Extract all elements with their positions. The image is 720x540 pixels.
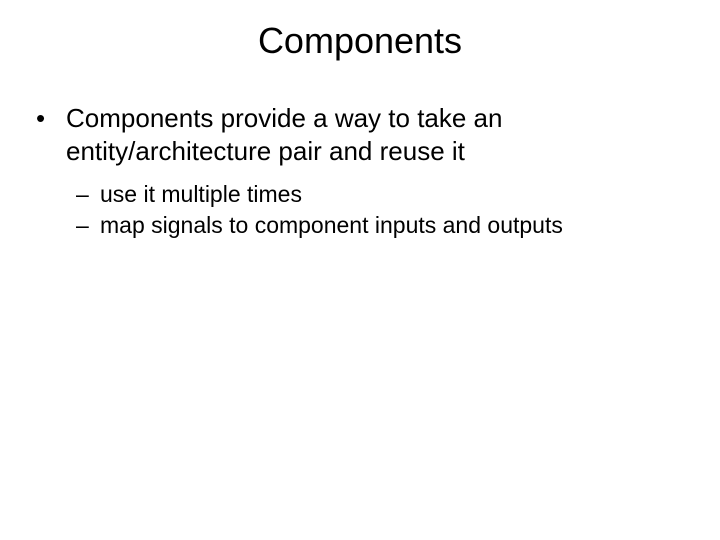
slide-body: • Components provide a way to take an en… [0,102,720,241]
bullet-dash-icon: – [76,210,100,241]
bullet-level-2: – map signals to component inputs and ou… [36,210,684,241]
bullet-level-1: • Components provide a way to take an en… [36,102,684,167]
bullet-dash-icon: – [76,179,100,210]
sub-bullet-text: use it multiple times [100,179,302,210]
slide-title: Components [0,0,720,102]
sub-bullet-text: map signals to component inputs and outp… [100,210,563,241]
sub-bullet-list: – use it multiple times – map signals to… [36,179,684,241]
bullet-text: Components provide a way to take an enti… [66,102,684,167]
bullet-dot-icon: • [36,102,66,167]
bullet-level-2: – use it multiple times [36,179,684,210]
